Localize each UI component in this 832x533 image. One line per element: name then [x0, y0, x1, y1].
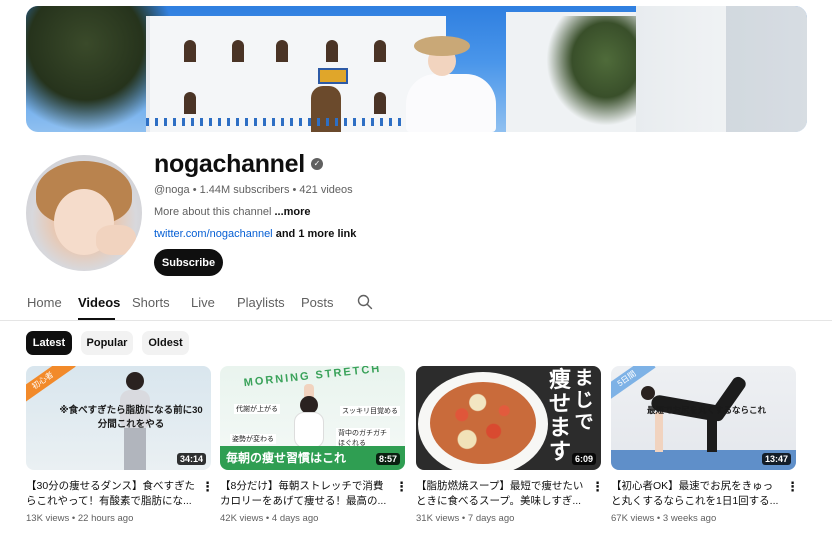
video-stats: 13K views • 22 hours ago: [26, 513, 134, 524]
chip-popular[interactable]: Popular: [81, 331, 133, 355]
video-title[interactable]: 【初心者OK】最速でお尻をきゅっと丸くするならこれを1日1回する...: [611, 479, 781, 508]
twitter-link[interactable]: twitter.com/nogachannel: [154, 228, 273, 240]
video-card[interactable]: MORNING STRETCH 代謝が上がる スッキリ目覚める 姿勢が変わる 背…: [220, 366, 408, 524]
video-card[interactable]: まじで 痩せます 6:09 【脂肪燃焼スープ】最短で痩せたいときに食べるスープ。…: [416, 366, 604, 524]
video-card[interactable]: 5日間 最短でお尻を丸くするならこれ 13:47 【初心者OK】最速でお尻をきゅ…: [611, 366, 799, 524]
about-text: More about this channel: [154, 206, 272, 218]
thumb-corner-badge: 初心者: [26, 366, 76, 407]
video-title[interactable]: 【8分だけ】毎朝ストレッチで消費カロリーをあげて痩せる！最高の...: [220, 479, 390, 508]
channel-banner: [26, 6, 807, 132]
search-icon[interactable]: [357, 294, 373, 310]
video-stats: 42K views • 4 days ago: [220, 513, 319, 524]
video-duration: 8:57: [375, 453, 400, 465]
thumb-label: 背中のガチガチほぐれる: [336, 428, 390, 448]
video-title[interactable]: 【30分の痩せるダンス】食べすぎたらこれやって！有酸素で脂肪にな...: [26, 479, 196, 508]
tab-videos[interactable]: Videos: [78, 295, 120, 310]
video-thumbnail[interactable]: まじで 痩せます 6:09: [416, 366, 601, 470]
channel-meta: @noga • 1.44M subscribers • 421 videos: [154, 184, 353, 196]
thumb-label: 姿勢が変わる: [230, 434, 276, 444]
more-links[interactable]: and 1 more link: [276, 228, 357, 240]
about-more-link[interactable]: ...more: [274, 206, 310, 218]
channel-about[interactable]: More about this channel ...more: [154, 206, 311, 218]
video-title[interactable]: 【脂肪燃焼スープ】最短で痩せたいときに食べるスープ。美味しすぎ...: [416, 479, 586, 508]
thumb-caption: ※食べすぎたら脂肪になる前に30分間これをやる: [59, 405, 203, 430]
channel-links: twitter.com/nogachannel and 1 more link: [154, 228, 356, 240]
video-thumbnail[interactable]: 初心者 ※食べすぎたら脂肪になる前に30分間これをやる 34:14: [26, 366, 211, 470]
thumb-caption: 最短でお尻を丸くするならこれ: [647, 405, 767, 415]
verified-check-icon: ✓: [311, 158, 323, 170]
video-card[interactable]: 初心者 ※食べすぎたら脂肪になる前に30分間これをやる 34:14 【30分の痩…: [26, 366, 214, 524]
channel-avatar[interactable]: [26, 155, 142, 271]
more-vert-icon[interactable]: ⋮: [201, 480, 214, 493]
tabs-divider: [0, 320, 832, 321]
more-vert-icon[interactable]: ⋮: [395, 480, 408, 493]
tab-live[interactable]: Live: [191, 295, 215, 310]
thumb-label: 代謝が上がる: [234, 404, 280, 414]
channel-name: nogachannel: [154, 150, 305, 178]
video-stats: 67K views • 3 weeks ago: [611, 513, 717, 524]
more-vert-icon[interactable]: ⋮: [786, 480, 799, 493]
thumb-vertical-text: まじで: [574, 368, 594, 433]
tab-shorts[interactable]: Shorts: [132, 295, 170, 310]
video-duration: 13:47: [761, 453, 791, 465]
tab-playlists[interactable]: Playlists: [237, 295, 285, 310]
more-vert-icon[interactable]: ⋮: [591, 480, 604, 493]
video-stats: 31K views • 7 days ago: [416, 513, 515, 524]
tab-posts[interactable]: Posts: [301, 295, 334, 310]
thumb-label: スッキリ目覚める: [340, 406, 400, 416]
chip-latest[interactable]: Latest: [26, 331, 72, 355]
video-duration: 6:09: [571, 453, 596, 465]
video-duration: 34:14: [176, 453, 206, 465]
tab-home[interactable]: Home: [27, 295, 62, 310]
thumb-vertical-text: 痩せます: [548, 367, 571, 464]
chip-oldest[interactable]: Oldest: [142, 331, 189, 355]
video-thumbnail[interactable]: MORNING STRETCH 代謝が上がる スッキリ目覚める 姿勢が変わる 背…: [220, 366, 405, 470]
subscribe-button[interactable]: Subscribe: [154, 249, 223, 276]
video-thumbnail[interactable]: 5日間 最短でお尻を丸くするならこれ 13:47: [611, 366, 796, 470]
